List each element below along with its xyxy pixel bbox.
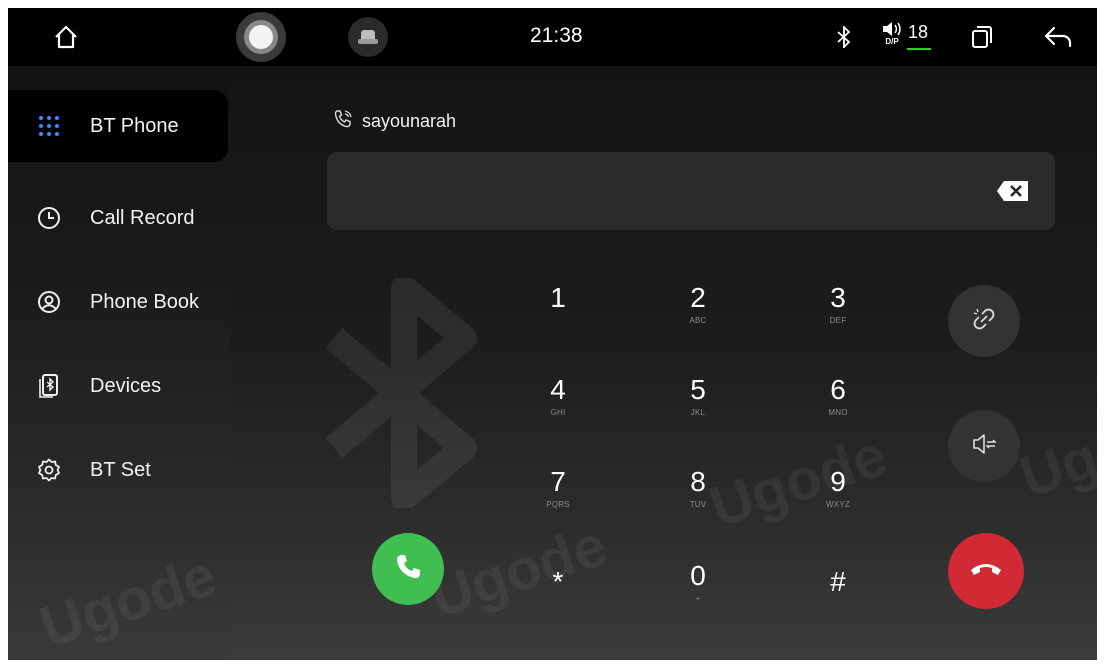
link-icon <box>971 306 997 337</box>
contact-icon <box>21 290 77 314</box>
key-letters: ABC <box>689 316 707 325</box>
key-letters: DEF <box>829 316 847 325</box>
gear-icon <box>21 458 77 482</box>
sidebar-item-phone-book[interactable]: Phone Book <box>8 266 228 338</box>
contact-name: sayounarah <box>362 111 457 131</box>
key-digit: 3 <box>830 282 846 313</box>
key-digit: # <box>830 566 846 597</box>
keypad-key-star[interactable]: * <box>518 566 598 636</box>
volume-indicator-line <box>907 48 931 50</box>
sidebar-item-devices[interactable]: Devices <box>8 350 228 422</box>
volume-level: 18 <box>908 22 929 42</box>
key-letters: MNO <box>828 408 848 417</box>
bluetooth-status-icon <box>830 8 858 66</box>
key-digit: 1 <box>550 282 566 313</box>
bluetooth-device-icon <box>21 373 77 399</box>
key-letters: WXYZ <box>826 500 850 509</box>
clock-icon <box>21 206 77 230</box>
key-digit: * <box>552 566 564 597</box>
key-letters: JKL <box>690 408 706 417</box>
keypad-key-6[interactable]: 6 MNO <box>798 374 878 444</box>
assistant-orb-icon[interactable] <box>232 8 290 66</box>
key-digit: 0 <box>690 560 706 591</box>
keypad-key-1[interactable]: 1 <box>518 282 598 352</box>
key-letters: GHI <box>550 408 566 417</box>
dial-number-input[interactable] <box>327 152 1055 230</box>
clock-time: 21:38 <box>530 24 583 47</box>
key-digit: 8 <box>690 466 706 497</box>
phone-ring-icon <box>332 108 354 135</box>
key-digit: 5 <box>690 374 706 405</box>
sidebar-item-label: Devices <box>90 374 162 397</box>
keypad-key-7[interactable]: 7 PQRS <box>518 466 598 536</box>
key-digit: 2 <box>690 282 706 313</box>
sidebar-item-label: Call Record <box>90 206 195 229</box>
hang-up-button[interactable] <box>948 533 1024 609</box>
key-letters: PQRS <box>546 500 570 509</box>
audio-switch-button[interactable] <box>948 410 1020 482</box>
sidebar-item-call-record[interactable]: Call Record <box>8 182 228 254</box>
key-letters: + <box>695 594 701 603</box>
keypad-key-hash[interactable]: # <box>798 566 878 636</box>
link-phone-button[interactable] <box>948 285 1020 357</box>
keypad-key-8[interactable]: 8 TUV <box>658 466 738 536</box>
speaker-switch-icon <box>970 432 998 461</box>
keypad-key-9[interactable]: 9 WXYZ <box>798 466 878 536</box>
backspace-icon[interactable] <box>996 180 1030 207</box>
key-digit: 9 <box>830 466 846 497</box>
key-letters: TUV <box>689 500 707 509</box>
key-digit: 7 <box>550 466 566 497</box>
back-arrow-icon[interactable] <box>1038 8 1078 66</box>
home-icon[interactable] <box>46 8 86 66</box>
key-digit: 4 <box>550 374 566 405</box>
car-icon[interactable] <box>342 8 394 66</box>
phone-icon <box>393 552 423 587</box>
keypad-key-3[interactable]: 3 DEF <box>798 282 878 352</box>
bluetooth-watermark-icon <box>325 278 477 508</box>
call-button[interactable] <box>372 533 444 605</box>
status-bar: 21:38 D/P 18 <box>8 8 1097 66</box>
hang-up-icon <box>969 560 1003 583</box>
volume-mode: D/P <box>885 36 899 46</box>
keypad-key-2[interactable]: 2 ABC <box>658 282 738 352</box>
key-digit: 6 <box>830 374 846 405</box>
keypad-key-4[interactable]: 4 GHI <box>518 374 598 444</box>
connected-contact: sayounarah <box>332 108 456 135</box>
dialpad-icon <box>21 115 77 137</box>
volume-icon[interactable]: D/P <box>877 8 907 62</box>
sidebar-item-bt-set[interactable]: BT Set <box>8 434 228 506</box>
sidebar-item-label: Phone Book <box>90 290 199 313</box>
sidebar-item-label: BT Set <box>90 458 151 481</box>
keypad-key-5[interactable]: 5 JKL <box>658 374 738 444</box>
keypad-key-0[interactable]: 0 + <box>658 560 738 630</box>
head-unit-screen: 21:38 D/P 18 BT Phone Call Record Phone … <box>8 8 1097 660</box>
sidebar-item-bt-phone[interactable]: BT Phone <box>8 90 228 162</box>
sidebar-item-label: BT Phone <box>90 114 179 137</box>
recent-apps-icon[interactable] <box>964 8 1000 66</box>
